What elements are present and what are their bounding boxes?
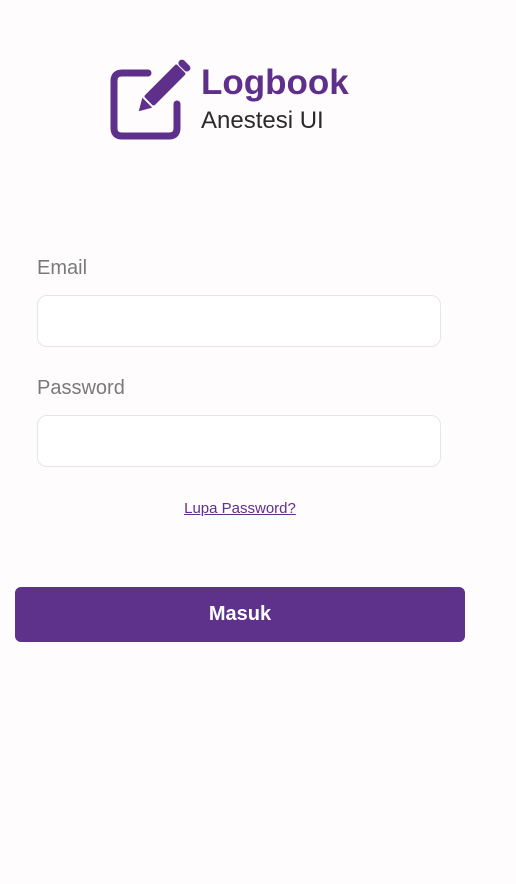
app-subtitle: Anestesi UI bbox=[201, 107, 324, 134]
edit-square-icon bbox=[110, 59, 191, 140]
password-label: Password bbox=[37, 377, 125, 399]
logo-text: Logbook Anestesi UI bbox=[201, 58, 349, 133]
app-logo: Logbook Anestesi UI bbox=[110, 58, 349, 140]
forgot-password-link[interactable]: Lupa Password? bbox=[0, 500, 480, 517]
email-field[interactable] bbox=[37, 295, 441, 347]
app-title: Logbook bbox=[201, 63, 349, 102]
password-field[interactable] bbox=[37, 415, 441, 467]
login-screen: Logbook Anestesi UI Email Password Lupa … bbox=[0, 0, 516, 884]
login-button[interactable]: Masuk bbox=[15, 587, 465, 642]
email-label: Email bbox=[37, 257, 88, 279]
